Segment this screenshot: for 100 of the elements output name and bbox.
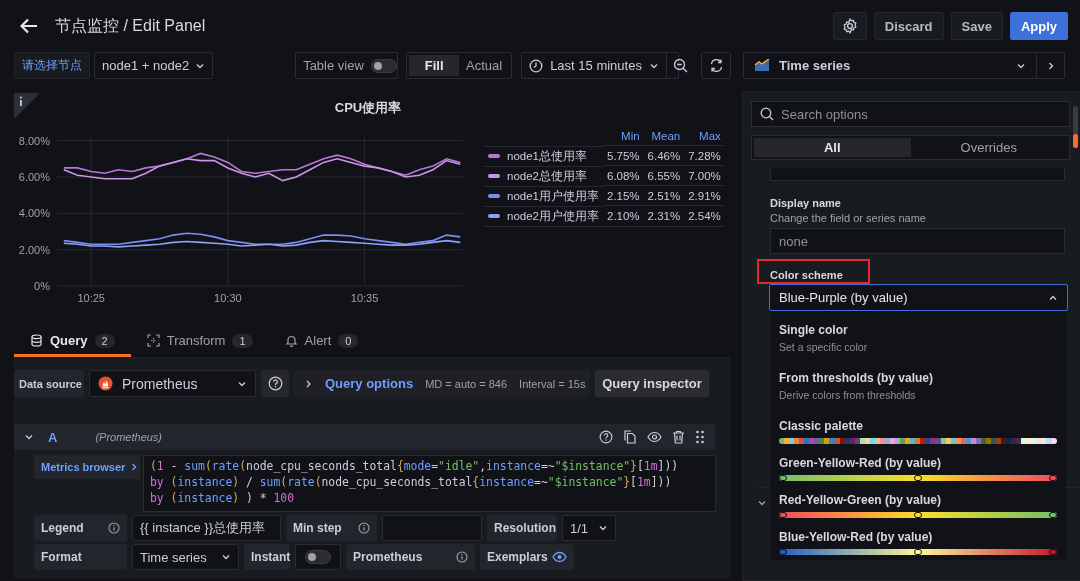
legend-value: 5.75%	[607, 149, 640, 162]
help-icon[interactable]	[599, 430, 613, 444]
field-label: Format	[34, 544, 127, 570]
panel-info-icon[interactable]	[14, 93, 40, 119]
search-field[interactable]: Search options	[751, 101, 1070, 127]
table-view-control[interactable]: Table view	[295, 52, 399, 79]
flame-icon	[98, 376, 113, 391]
variable-label: 请选择节点	[14, 52, 90, 79]
copy-icon[interactable]	[623, 430, 637, 444]
drag-handle-icon[interactable]	[695, 430, 705, 444]
legend-column-header: Max	[699, 130, 721, 142]
chevron-down-icon	[221, 552, 231, 562]
menu-option[interactable]: Blue-Yellow-Red (by value)	[779, 530, 1057, 544]
editor-tab[interactable]: Alert 0	[268, 327, 375, 357]
y-axis-label: 8.00%	[18, 134, 50, 147]
resolution-dropdown[interactable]: 1/1	[562, 515, 616, 541]
min-step-input-field[interactable]	[382, 515, 482, 541]
info-icon[interactable]	[456, 551, 468, 563]
chevron-down-icon	[598, 523, 608, 533]
refresh-icon	[708, 58, 724, 73]
query-source-name: (Prometheus)	[95, 431, 163, 443]
chevron-down-icon[interactable]	[24, 432, 34, 442]
primary-button[interactable]: Apply	[1009, 12, 1068, 40]
field-label: Min step	[286, 515, 377, 541]
chevron-down-icon[interactable]	[757, 498, 767, 508]
legend-value: 2.54%	[688, 210, 721, 222]
query-inspector-button[interactable]: Query inspector	[595, 370, 709, 397]
options-tab[interactable]: All	[754, 138, 911, 157]
display-mode-option[interactable]: Fill	[409, 55, 460, 76]
menu-option[interactable]: Red-Yellow-Green (by value)	[779, 493, 1057, 507]
legend-value: 7.28%	[688, 149, 721, 162]
display-mode-option[interactable]: Actual	[459, 55, 510, 76]
legend-value: 2.15%	[607, 189, 640, 202]
field-label: Instant	[244, 544, 290, 570]
zoom-out-icon	[673, 58, 689, 73]
query-ref-name: A	[48, 429, 58, 445]
menu-option[interactable]: Green-Yellow-Red (by value)	[779, 456, 1057, 470]
x-axis-label: 10:25	[77, 292, 105, 304]
code-line: by (instance) / sum(rate(node_cpu_seconds_total{instance=~"$instance"}[1m]))	[150, 474, 673, 490]
help-button[interactable]	[261, 370, 289, 397]
format-dropdown[interactable]: Time series	[132, 544, 239, 570]
menu-option[interactable]: Classic palette	[779, 419, 1057, 433]
query-editor[interactable]: (1 - sum(rate(node_cpu_seconds_total{mode="idle",instance=~"$instance"}[1m])) by (instance) / sum(rate(node_cpu_seconds_total{instance=~"$instance"}[1m])) by (instance) ) * 100	[143, 455, 716, 512]
help-icon	[267, 376, 283, 391]
input-field[interactable]	[770, 168, 1065, 181]
query-options-bar[interactable]: Query options MD = auto = 846 Interval = 15s	[294, 370, 590, 397]
option-description: Change the field or series name	[770, 212, 927, 224]
toggle-switch[interactable]	[305, 550, 331, 564]
info-icon[interactable]	[358, 522, 370, 534]
search-icon	[760, 107, 774, 121]
metrics-browser-button[interactable]: Metrics browser	[34, 455, 140, 479]
legend-series-name[interactable]: node1用户使用率	[507, 188, 599, 204]
field-label: Data source	[14, 370, 84, 397]
options-tab[interactable]: Overrides	[910, 138, 1067, 157]
option-label: Display name	[770, 197, 841, 209]
secondary-button[interactable]: Discard	[873, 12, 944, 40]
legend-input-field[interactable]: {{ instance }}总使用率	[132, 515, 281, 541]
x-axis-label: 10:30	[214, 292, 242, 304]
legend-value: 2.31%	[647, 210, 681, 222]
area-chart-icon	[754, 59, 770, 72]
variable-dropdown[interactable]: node1 + node2	[94, 52, 214, 79]
y-axis-label: 0%	[34, 280, 50, 292]
eye-icon[interactable]	[647, 430, 662, 444]
code-line: by (instance) ) * 100	[150, 490, 296, 506]
bell-icon	[284, 334, 298, 347]
search-field[interactable]: Search options	[781, 102, 1061, 126]
chevron-right-icon	[304, 378, 313, 389]
transform-icon	[146, 334, 160, 347]
eye-icon[interactable]	[552, 551, 567, 563]
query-row-header[interactable]: A (Prometheus)	[14, 424, 715, 450]
info-icon[interactable]	[108, 522, 120, 534]
legend-series-name[interactable]: node2用户使用率	[507, 208, 599, 224]
field-label: Legend	[34, 515, 127, 541]
menu-option[interactable]: From thresholds (by value)	[779, 371, 1057, 385]
legend-series-name[interactable]: node2总使用率	[507, 168, 587, 184]
query-options-link[interactable]: Query options	[325, 376, 414, 391]
database-icon	[30, 334, 43, 347]
refresh-button[interactable]	[701, 52, 732, 79]
code-line: (1 - sum(rate(node_cpu_seconds_total{mode="idle",instance=~"$instance"}[1m]))	[150, 458, 680, 474]
back-arrow-icon[interactable]	[20, 18, 38, 34]
y-axis-label: 4.00%	[18, 207, 50, 220]
trash-icon[interactable]	[672, 430, 685, 444]
y-axis-label: 6.00%	[18, 171, 50, 183]
legend-column-header: Mean	[651, 130, 681, 142]
editor-tab[interactable]: Transform 1	[130, 327, 269, 357]
toggle-switch[interactable]	[370, 58, 397, 73]
scrollbar-thumb[interactable]	[1073, 106, 1078, 148]
field-label: Resolution	[487, 515, 557, 541]
data-source-dropdown[interactable]: Prometheus	[89, 370, 256, 397]
legend-series-name[interactable]: node1总使用率	[507, 148, 587, 164]
menu-option[interactable]: Single color	[779, 323, 1057, 337]
field-label: Exemplars	[480, 544, 574, 570]
secondary-button[interactable]: Save	[950, 12, 1003, 40]
option-description: Derive colors from thresholds	[779, 389, 917, 401]
query-options-info: Interval = 15s	[519, 377, 586, 390]
color-scheme-dropdown[interactable]: Blue-Purple (by value)	[769, 284, 1068, 311]
x-axis-label: 10:35	[350, 292, 379, 304]
settings-button[interactable]	[832, 12, 867, 40]
legend-value: 2.51%	[647, 189, 681, 202]
query-options-info: MD = auto = 846	[425, 377, 508, 390]
